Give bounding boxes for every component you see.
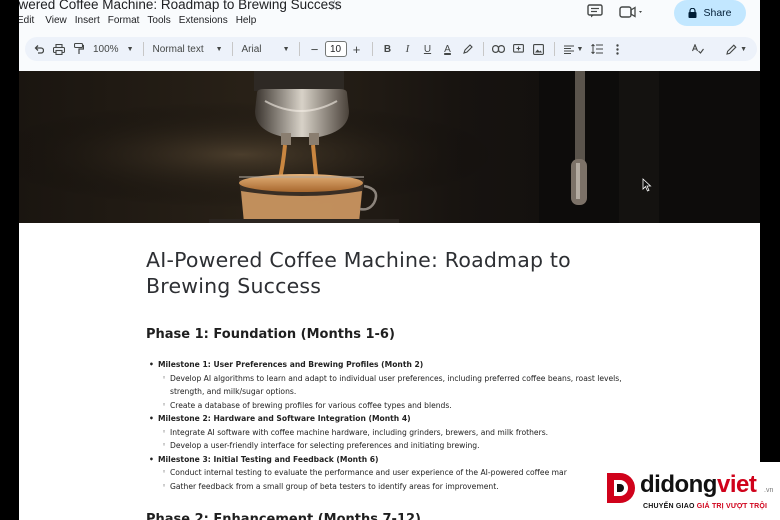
- menu-item-edit[interactable]: Edit: [19, 15, 45, 26]
- menu-item-view[interactable]: View: [45, 15, 75, 26]
- divider: [231, 42, 233, 56]
- comment-icon[interactable]: [587, 4, 603, 18]
- document-title[interactable]: owered Coffee Machine: Roadmap to Brewin…: [19, 0, 342, 12]
- milestone-title: Milestone 2: Hardware and Software Integ…: [146, 412, 646, 426]
- editing-mode-button[interactable]: ▼: [722, 39, 751, 59]
- undo-icon[interactable]: [29, 39, 49, 59]
- menu-item-help[interactable]: Help: [236, 15, 265, 26]
- chevron-down-icon: ▼: [282, 45, 290, 53]
- menu-item-extensions[interactable]: Extensions: [179, 15, 236, 26]
- header-image: [19, 71, 760, 223]
- milestone-item: Create a database of brewing profiles fo…: [146, 399, 646, 413]
- zoom-select[interactable]: 100% ▼: [89, 39, 138, 59]
- milestone-title: Milestone 1: User Preferences and Brewin…: [146, 358, 646, 372]
- milestone-list: Milestone 1: User Preferences and Brewin…: [146, 358, 646, 493]
- brand-tagline: CHUYỂN GIAO GIÁ TRỊ VƯỢT TRỘI: [643, 503, 767, 510]
- link-icon[interactable]: [489, 39, 509, 59]
- share-button[interactable]: Share: [674, 0, 746, 26]
- bold-button[interactable]: B: [378, 39, 398, 59]
- comment-add-icon[interactable]: [509, 39, 529, 59]
- more-icon[interactable]: [607, 39, 627, 59]
- spellcheck-icon[interactable]: [688, 39, 708, 59]
- font-value: Arial: [241, 43, 262, 55]
- font-select[interactable]: Arial ▼: [238, 39, 294, 59]
- highlight-icon[interactable]: [458, 39, 478, 59]
- image-icon[interactable]: [529, 39, 549, 59]
- brand-mark-icon: [607, 473, 635, 503]
- milestone-item: Integrate AI software with coffee machin…: [146, 426, 646, 440]
- divider: [142, 42, 144, 56]
- tagline-part-b: GIÁ TRỊ VƯỢT TRỘI: [696, 503, 768, 510]
- zoom-value: 100%: [93, 43, 119, 55]
- divider: [553, 42, 555, 56]
- cursor-icon: [642, 178, 652, 192]
- pencil-icon: [726, 43, 737, 55]
- share-label: Share: [703, 7, 732, 19]
- milestone-item: Gather feedback from a small group of be…: [146, 480, 646, 494]
- italic-button[interactable]: I: [398, 39, 418, 59]
- divider: [371, 42, 373, 56]
- divider: [298, 42, 300, 56]
- chevron-down-icon: ▼: [576, 45, 584, 53]
- brand-part-a: didong: [640, 471, 717, 498]
- section-heading-phase2: Phase 2: Enhancement (Months 7-12): [146, 512, 421, 520]
- docs-window: owered Coffee Machine: Roadmap to Brewin…: [19, 0, 760, 520]
- milestone-title: Milestone 3: Initial Testing and Feedbac…: [146, 453, 646, 467]
- milestone-item: Conduct internal testing to evaluate the…: [146, 466, 646, 480]
- print-icon[interactable]: [49, 39, 69, 59]
- watermark-logo: didongviet .vn CHUYỂN GIAO GIÁ TRỊ VƯỢT …: [588, 462, 780, 520]
- underline-button[interactable]: U: [418, 39, 438, 59]
- chevron-down-icon: ▼: [740, 45, 747, 53]
- toolbar: 100% ▼ Normal text ▼ Arial ▼ − 10 + B I …: [25, 37, 757, 61]
- text-color-button[interactable]: A: [438, 39, 458, 59]
- milestone-item: Develop AI algorithms to learn and adapt…: [146, 372, 646, 399]
- paint-format-icon[interactable]: [69, 39, 89, 59]
- chevron-down-icon: ▼: [126, 45, 134, 53]
- tagline-part-a: CHUYỂN GIAO: [643, 503, 695, 510]
- style-select[interactable]: Normal text ▼: [149, 39, 227, 59]
- menu-item-format[interactable]: Format: [108, 15, 148, 26]
- chevron-down-icon: ▼: [215, 45, 223, 53]
- increase-font-button[interactable]: +: [347, 39, 367, 59]
- font-size-input[interactable]: 10: [324, 41, 347, 57]
- brand-tld: .vn: [764, 487, 774, 494]
- menu-bar: Edit View Insert Format Tools Extensions Help: [19, 15, 264, 26]
- brand-part-b: viet: [716, 471, 757, 498]
- video-icon[interactable]: [619, 6, 645, 18]
- divider: [482, 42, 484, 56]
- menu-item-insert[interactable]: Insert: [75, 15, 108, 26]
- section-heading-phase1: Phase 1: Foundation (Months 1-6): [146, 327, 395, 342]
- lock-icon: [688, 8, 697, 18]
- line-spacing-icon[interactable]: [587, 39, 607, 59]
- align-icon[interactable]: ▼: [560, 39, 588, 59]
- title-bar: owered Coffee Machine: Roadmap to Brewin…: [19, 0, 760, 35]
- document-heading: AI-Powered Coffee Machine: Roadmap to Br…: [146, 248, 571, 298]
- brand-name: didongviet: [640, 471, 757, 499]
- style-value: Normal text: [152, 43, 204, 55]
- menu-item-tools[interactable]: Tools: [147, 15, 178, 26]
- star-icon[interactable]: ☆: [328, 0, 341, 14]
- decrease-font-button[interactable]: −: [305, 39, 325, 59]
- milestone-item: Develop a user-friendly interface for se…: [146, 439, 646, 453]
